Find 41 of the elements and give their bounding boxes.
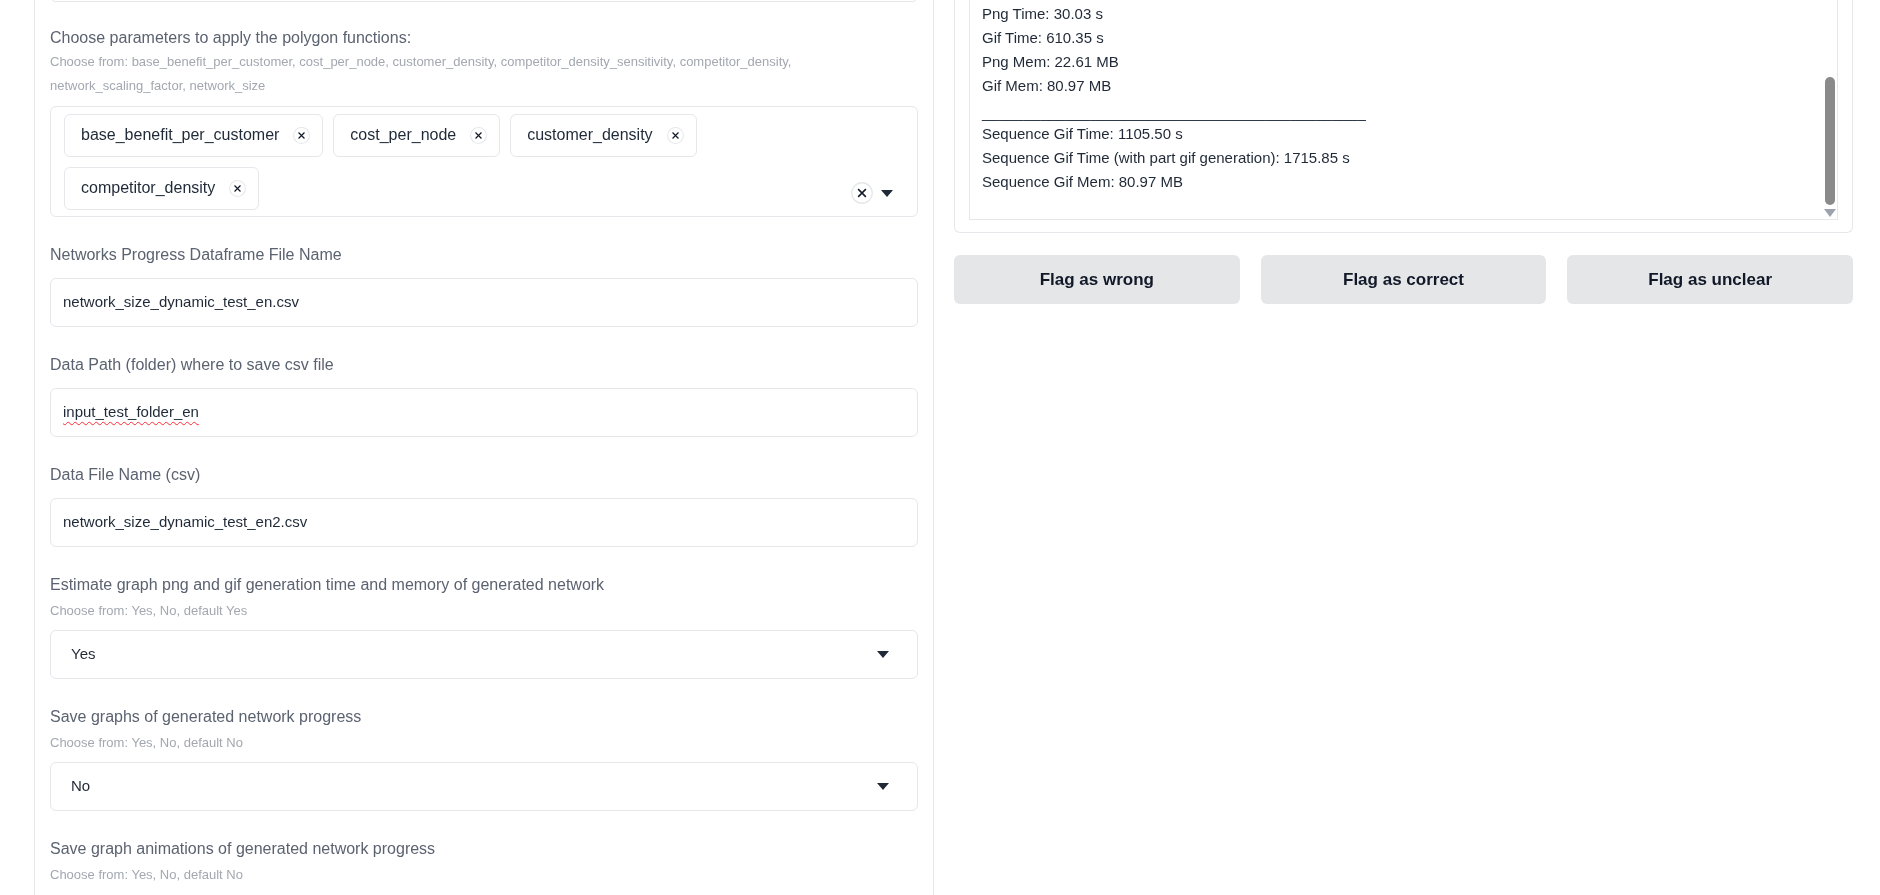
caret-icon [877,651,889,658]
output-line: Sequence Gif Time (with part gif generation): 1715.85 s [982,148,1351,168]
output-line: Png Time: 30.03 s [982,4,1104,24]
remove-icon[interactable] [293,126,311,144]
dropdown[interactable]: No [50,762,918,811]
chip[interactable]: base_benefit_per_customer [64,113,324,157]
scrollbar-thumb[interactable] [1825,77,1835,205]
chip[interactable]: customer_density [510,113,697,157]
remove-icon[interactable] [470,126,488,144]
output-line: Sequence Gif Mem: 80.97 MB [982,172,1184,192]
field-hint: Choose from: base_benefit_per_customer, cost_per_node, customer_density, competitor_density_sensitivity, competitor_density, network_scaling_factor, network_size [50,53,793,95]
chip[interactable]: competitor_density [64,166,260,210]
output-line: Gif Mem: 80.97 MB [982,76,1113,96]
field-label: Estimate graph png and gif generation time and memory of generated network [50,575,606,595]
field-label: Save graph animations of generated network progress [50,839,437,859]
output-line: Gif Time: 610.35 s [982,28,1105,48]
field-hint: Choose from: Yes, No, default Yes [50,602,249,620]
flag-button[interactable]: Flag as unclear [1567,255,1853,304]
caret-icon [881,189,893,197]
multiselect-field[interactable]: base_benefit_per_customer cost_per_node customer_density competitor_density [50,106,918,217]
field-hint: Choose from: Yes, No, default No [50,866,244,884]
output-line: ______________________________________________ [982,103,1367,123]
text-input[interactable]: input_test_folder_en [50,388,918,437]
text-input[interactable]: network_size_dynamic_test_en2.csv [50,498,918,547]
output-line: Sequence Gif Time: 1105.50 s [982,124,1184,144]
chip[interactable]: cost_per_node [333,113,501,157]
remove-icon[interactable] [666,126,684,144]
caret-icon [877,783,889,790]
field-label: Save graphs of generated network progress [50,707,363,727]
flag-button[interactable]: Flag as wrong [954,255,1240,304]
clear-icon[interactable] [851,182,873,204]
field-label: Data Path (folder) where to save csv file [50,355,335,375]
field-hint: Choose from: Yes, No, default No [50,734,244,752]
field-label: Choose parameters to apply the polygon functions: [50,28,413,48]
flag-button[interactable]: Flag as correct [1260,255,1547,304]
remove-icon[interactable] [229,179,247,197]
dropdown[interactable]: Yes [50,630,918,679]
output-line: Png Mem: 22.61 MB [982,52,1120,72]
field-label: Data File Name (csv) [50,465,202,485]
text-input[interactable]: network_size_dynamic_test_en.csv [50,278,918,327]
field-label: Networks Progress Dataframe File Name [50,245,343,265]
